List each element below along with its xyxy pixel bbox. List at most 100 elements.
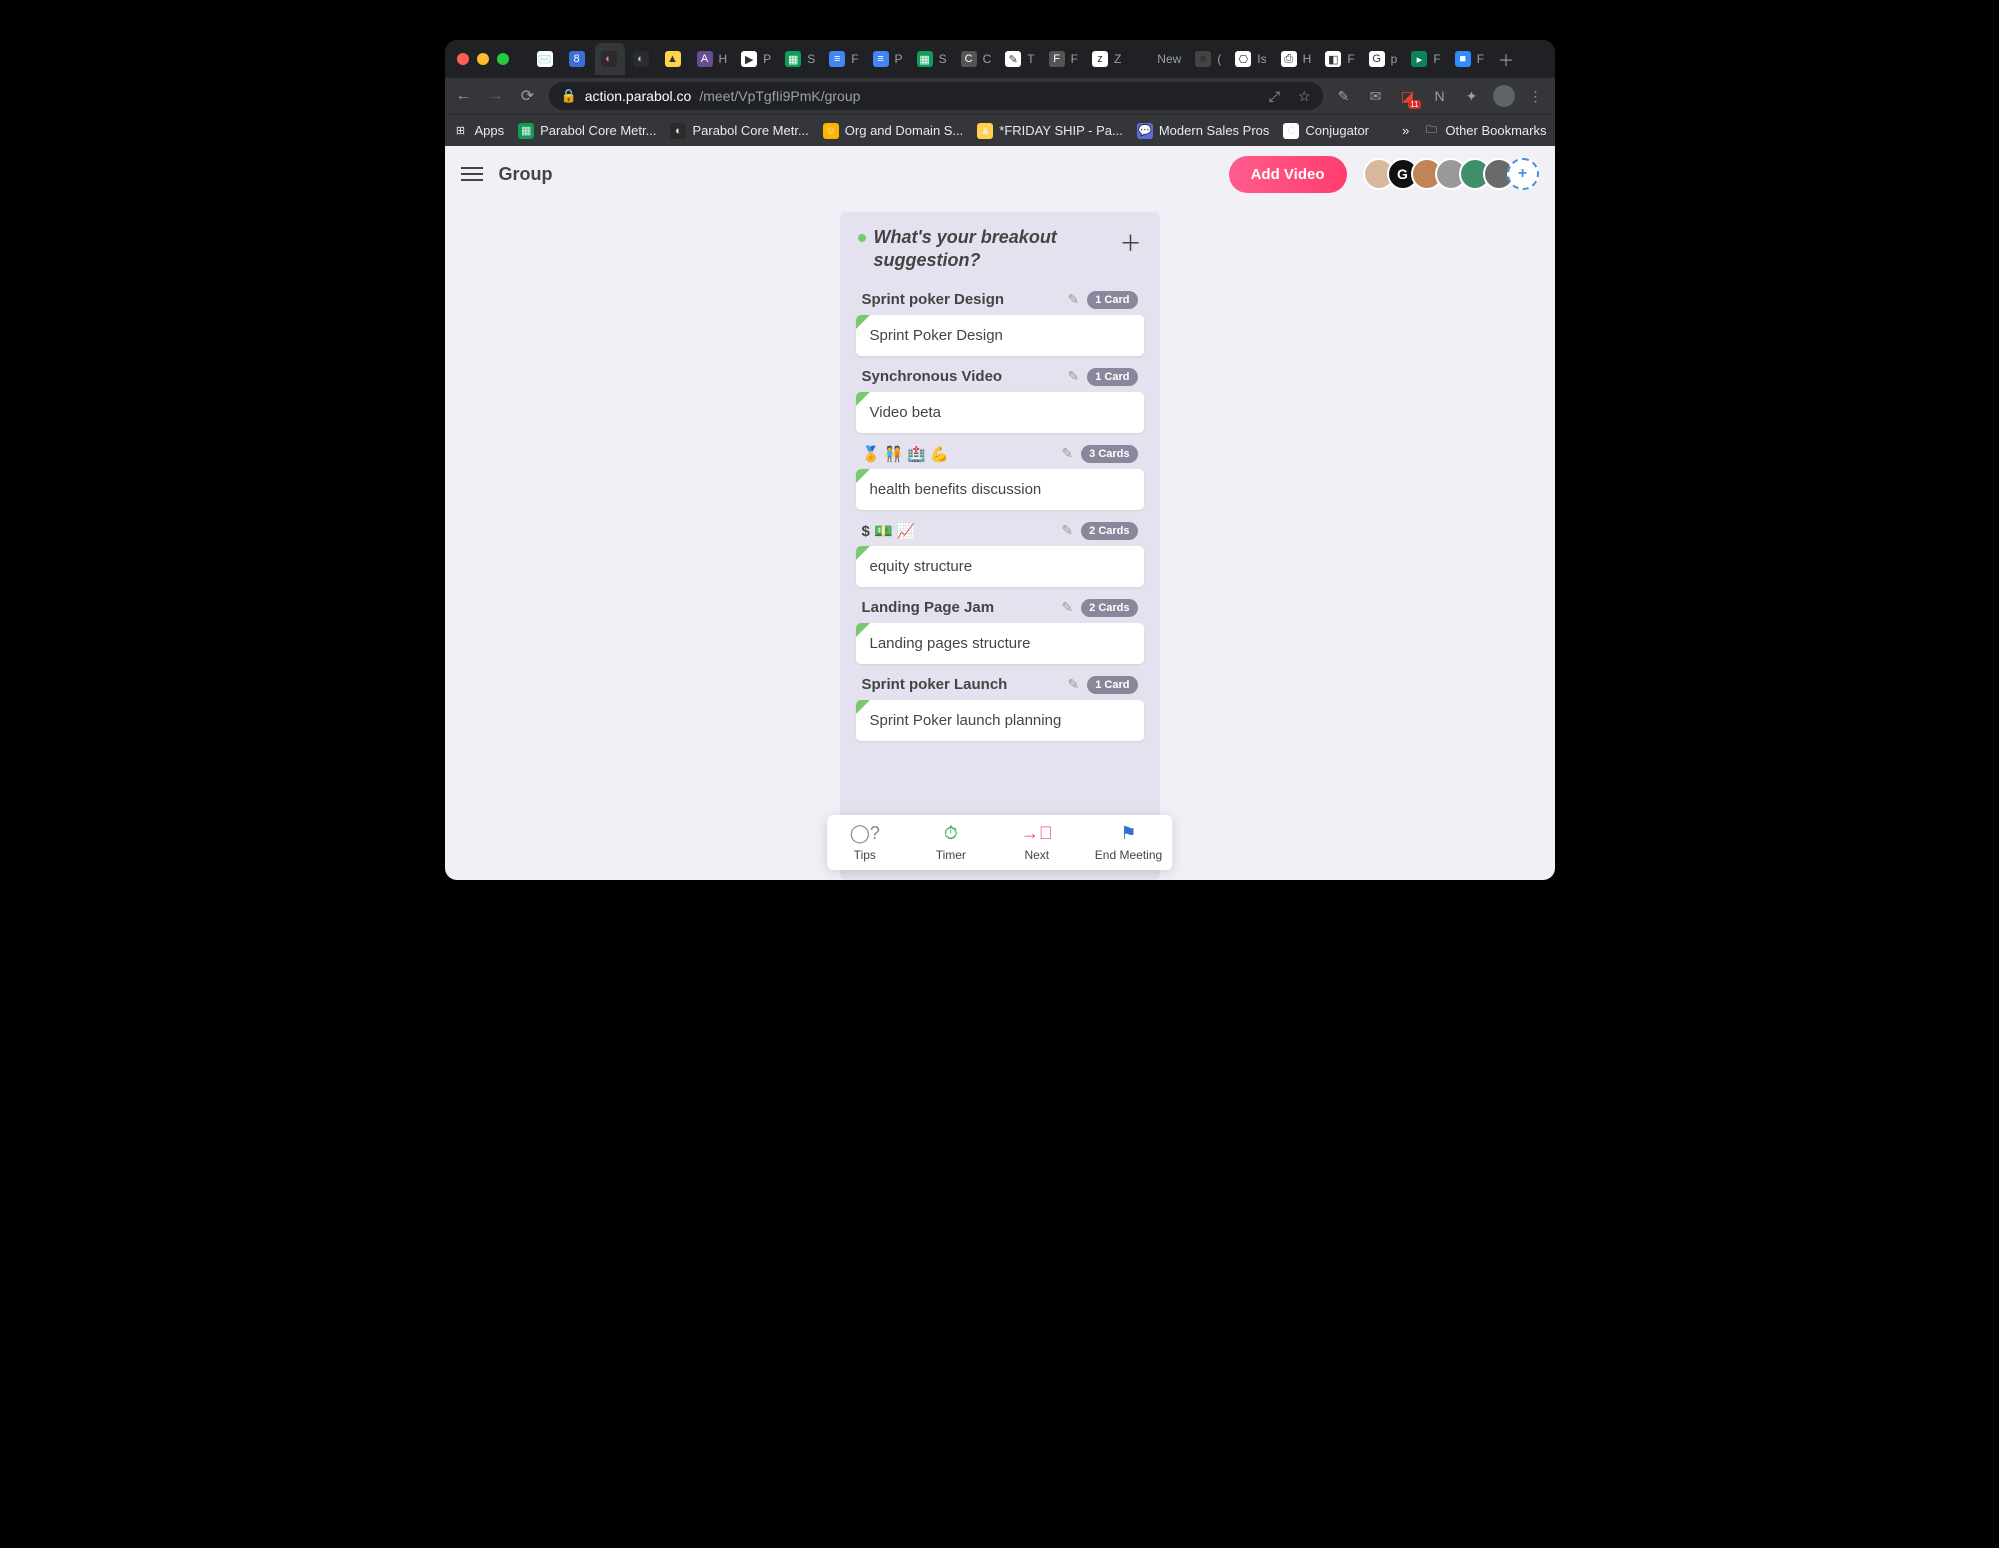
ext-pencil-icon[interactable]: ✎ bbox=[1333, 85, 1355, 107]
bookmark-item[interactable]: ◐Parabol Core Metr... bbox=[670, 123, 808, 139]
participant-avatars: G+ bbox=[1371, 158, 1539, 190]
browser-tab[interactable]: ▶P bbox=[735, 43, 777, 75]
tab-label: C bbox=[983, 52, 992, 66]
profile-avatar-icon[interactable] bbox=[1493, 85, 1515, 107]
traffic-lights bbox=[457, 53, 509, 65]
browser-tab[interactable]: ≡P bbox=[867, 43, 909, 75]
group-name[interactable]: Landing Page Jam bbox=[862, 599, 1054, 616]
url-path: /meet/VpTgfIi9PmK/group bbox=[699, 88, 860, 104]
browser-tab[interactable]: ◧F bbox=[1319, 43, 1360, 75]
bookmark-item[interactable]: ▦Parabol Core Metr... bbox=[518, 123, 656, 139]
card-stack[interactable]: Video beta bbox=[856, 392, 1144, 433]
tab-label: S bbox=[939, 52, 947, 66]
browser-tab[interactable]: ✉️ bbox=[531, 43, 561, 75]
other-bookmarks[interactable]: 🗀 Other Bookmarks bbox=[1423, 123, 1546, 139]
ext-todoist-icon[interactable]: ◪11 bbox=[1397, 85, 1419, 107]
bookmark-item[interactable]: ▲*FRIDAY SHIP - Pa... bbox=[977, 123, 1123, 139]
bookmarks-overflow[interactable]: » bbox=[1402, 123, 1409, 138]
help-icon: ◯? bbox=[850, 823, 880, 844]
end-meeting-button[interactable]: ⚑ End Meeting bbox=[1095, 823, 1162, 862]
forward-button[interactable]: → bbox=[485, 87, 507, 105]
menu-button[interactable] bbox=[461, 163, 483, 185]
browser-tab[interactable]: ▸F bbox=[1405, 43, 1446, 75]
group-header: $ 💵 📈 ✎ 2 Cards bbox=[856, 522, 1144, 546]
bookmark-favicon-icon: ▦ bbox=[518, 123, 534, 139]
reflection-card[interactable]: equity structure bbox=[856, 546, 1144, 587]
back-button[interactable]: ← bbox=[453, 87, 475, 105]
tab-favicon-icon bbox=[1135, 51, 1151, 67]
card-stack[interactable]: Sprint Poker launch planning bbox=[856, 700, 1144, 741]
add-video-button[interactable]: Add Video bbox=[1229, 156, 1347, 193]
edit-group-icon[interactable]: ✎ bbox=[1061, 445, 1073, 462]
group-name[interactable]: Synchronous Video bbox=[862, 368, 1060, 385]
ext-notion-icon[interactable]: N bbox=[1429, 85, 1451, 107]
browser-tab[interactable]: ⎙H bbox=[1275, 43, 1318, 75]
browser-tab[interactable]: ⎔Is bbox=[1229, 43, 1272, 75]
edit-group-icon[interactable]: ✎ bbox=[1068, 676, 1080, 693]
browser-tab[interactable]: ☻( bbox=[1189, 43, 1227, 75]
card-stack[interactable]: Landing pages structure bbox=[856, 623, 1144, 664]
reflection-card[interactable]: Video beta bbox=[856, 392, 1144, 433]
address-bar[interactable]: 🔒 action.parabol.co/meet/VpTgfIi9PmK/gro… bbox=[549, 82, 1323, 110]
tab-favicon-icon: ▦ bbox=[917, 51, 933, 67]
bookmark-item[interactable]: ⊞Apps bbox=[453, 123, 505, 139]
browser-tab[interactable]: ◐ bbox=[627, 43, 657, 75]
browser-tab[interactable]: ▦S bbox=[911, 43, 953, 75]
invite-participant-button[interactable]: + bbox=[1507, 158, 1539, 190]
card-count-badge: 2 Cards bbox=[1081, 522, 1137, 540]
group-name[interactable]: Sprint poker Launch bbox=[862, 676, 1060, 693]
install-app-icon[interactable]: ⤢ bbox=[1269, 88, 1280, 105]
browser-tab[interactable]: ✎T bbox=[999, 43, 1040, 75]
browser-tab[interactable]: AH bbox=[691, 43, 734, 75]
browser-tab[interactable]: ◐ bbox=[595, 43, 625, 75]
bookmark-favicon-icon: ☺ bbox=[823, 123, 839, 139]
reload-button[interactable]: ⟳ bbox=[517, 86, 539, 106]
extensions-icon[interactable]: ✦ bbox=[1461, 85, 1483, 107]
tips-button[interactable]: ◯? Tips bbox=[837, 823, 893, 862]
edit-group-icon[interactable]: ✎ bbox=[1061, 522, 1073, 539]
close-window-icon[interactable] bbox=[457, 53, 469, 65]
tab-label: p bbox=[1391, 52, 1398, 66]
bookmark-item[interactable]: 💬Modern Sales Pros bbox=[1137, 123, 1270, 139]
reflection-card[interactable]: health benefits discussion bbox=[856, 469, 1144, 510]
next-button[interactable]: →⃝ Next bbox=[1009, 823, 1065, 862]
reflection-card[interactable]: Sprint Poker launch planning bbox=[856, 700, 1144, 741]
browser-tab[interactable]: ▦S bbox=[779, 43, 821, 75]
add-card-button[interactable]: ＋ bbox=[1119, 226, 1141, 258]
browser-tab[interactable]: ▲ bbox=[659, 43, 689, 75]
tab-label: P bbox=[763, 52, 771, 66]
reflection-card[interactable]: Landing pages structure bbox=[856, 623, 1144, 664]
ext-mail-icon[interactable]: ✉ bbox=[1365, 85, 1387, 107]
bookmark-item[interactable]: CConjugator bbox=[1283, 123, 1369, 139]
edit-group-icon[interactable]: ✎ bbox=[1068, 368, 1080, 385]
browser-tab[interactable]: Gp bbox=[1363, 43, 1404, 75]
new-tab-button[interactable]: ＋ bbox=[1494, 47, 1518, 71]
tab-strip: ✉️8◐◐▲AH▶P▦S≡F≡P▦SCC✎TFFzZNew☻(⎔Is⎙H◧FGp… bbox=[445, 40, 1555, 78]
edit-group-icon[interactable]: ✎ bbox=[1068, 291, 1080, 308]
timer-button[interactable]: ⏱ Timer bbox=[923, 823, 979, 862]
browser-tab[interactable]: 8 bbox=[563, 43, 593, 75]
group-name[interactable]: $ 💵 📈 bbox=[862, 522, 1054, 540]
group-header: Synchronous Video✎1 Card bbox=[856, 368, 1144, 392]
browser-menu-icon[interactable]: ⋮ bbox=[1525, 85, 1547, 107]
browser-tab[interactable]: ≡F bbox=[823, 43, 864, 75]
maximize-window-icon[interactable] bbox=[497, 53, 509, 65]
browser-tab[interactable]: CC bbox=[955, 43, 998, 75]
edit-group-icon[interactable]: ✎ bbox=[1061, 599, 1073, 616]
tab-label: Z bbox=[1114, 52, 1121, 66]
browser-tab[interactable]: zZ bbox=[1086, 43, 1127, 75]
card-stack[interactable]: equity structure bbox=[856, 546, 1144, 587]
group-name[interactable]: Sprint poker Design bbox=[862, 291, 1060, 308]
browser-tab[interactable]: New bbox=[1129, 43, 1187, 75]
card-stack[interactable]: health benefits discussion bbox=[856, 469, 1144, 510]
reflection-group: 🏅 🧑‍🤝‍🧑 🏥 💪✎3 Cardshealth benefits discu… bbox=[850, 437, 1150, 514]
reflection-card[interactable]: Sprint Poker Design bbox=[856, 315, 1144, 356]
browser-tab[interactable]: ■F bbox=[1449, 43, 1490, 75]
card-count-badge: 1 Card bbox=[1087, 291, 1137, 309]
bookmark-item[interactable]: ☺Org and Domain S... bbox=[823, 123, 964, 139]
star-icon[interactable]: ☆ bbox=[1298, 88, 1311, 105]
card-stack[interactable]: Sprint Poker Design bbox=[856, 315, 1144, 356]
browser-tab[interactable]: FF bbox=[1043, 43, 1084, 75]
group-name[interactable]: 🏅 🧑‍🤝‍🧑 🏥 💪 bbox=[862, 445, 1054, 463]
minimize-window-icon[interactable] bbox=[477, 53, 489, 65]
